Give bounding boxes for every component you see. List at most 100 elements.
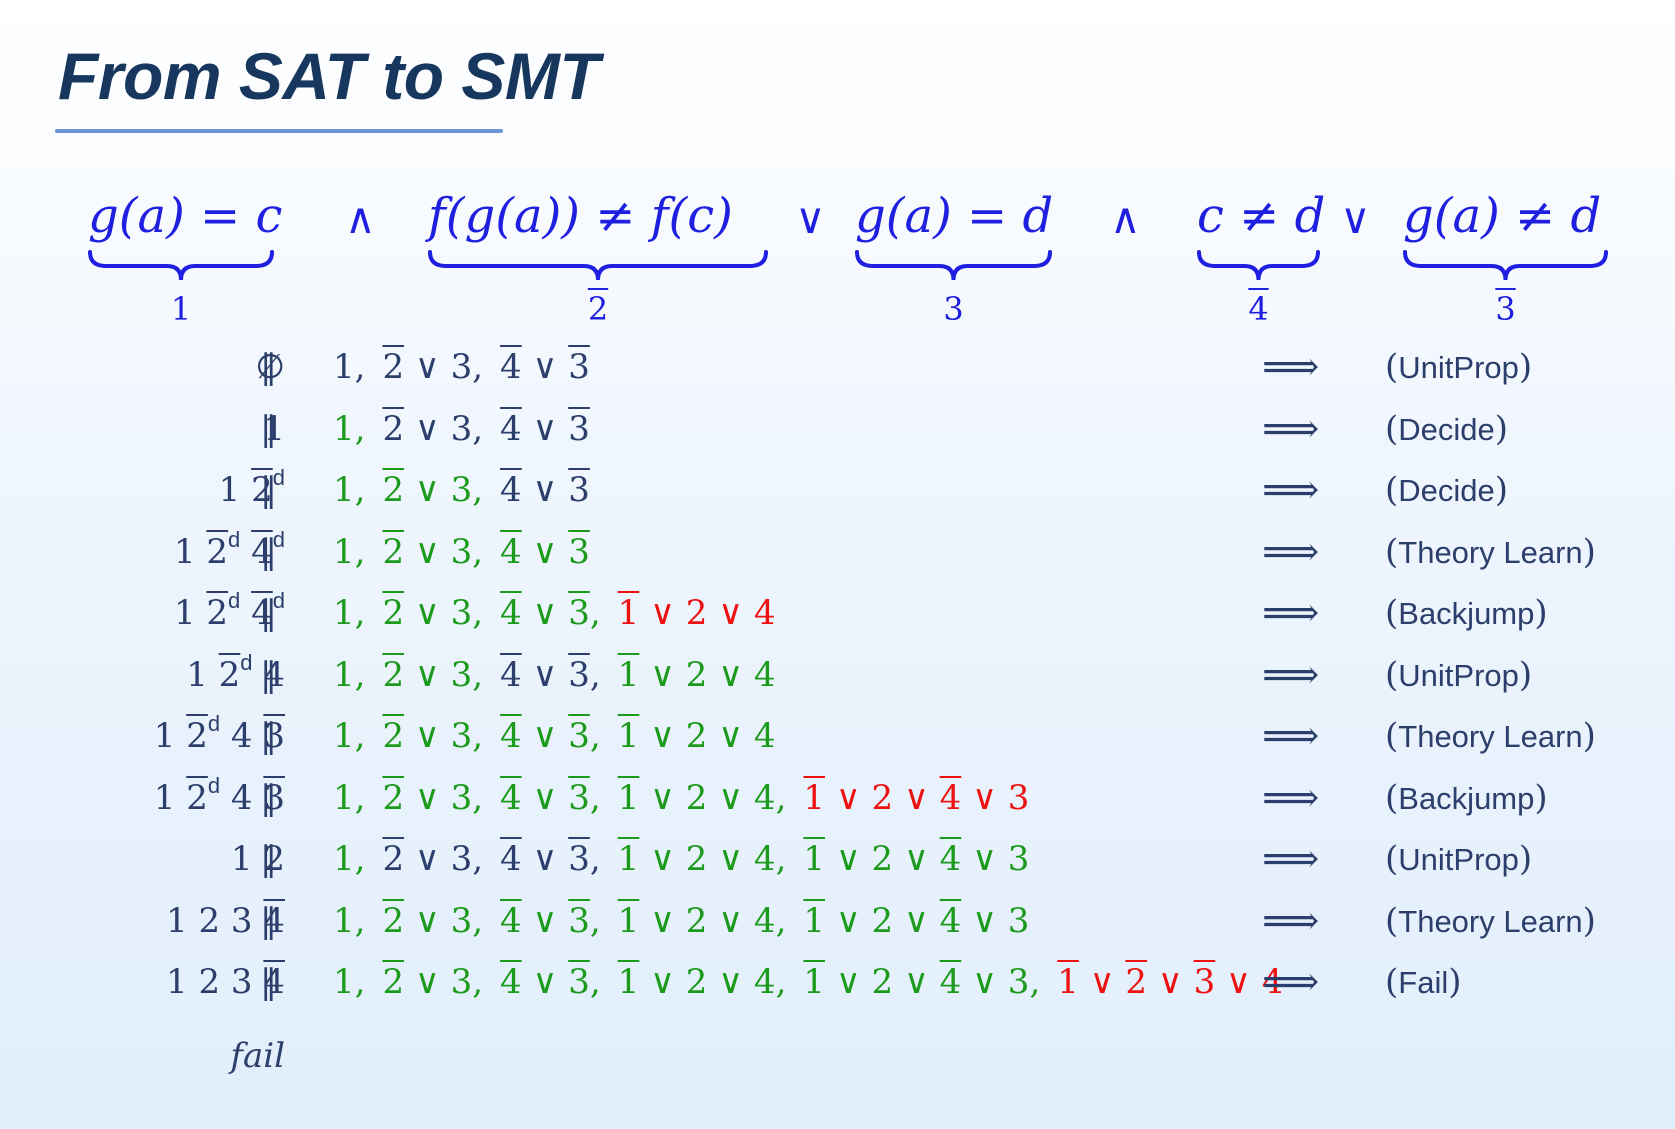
clause: 1 ∨ 2 ∨ 4 [618, 716, 776, 756]
separator: ‖ [260, 408, 277, 449]
literal-text: 1 [333, 408, 355, 449]
clause-set: 1, 2 ∨ 3, 4 ∨ 3, 1 ∨ 2 ∨ 4, 1 ∨ 2 ∨ 4 ∨ … [333, 954, 1283, 1010]
literal-text: 1 [333, 962, 355, 1002]
learned-clause: 1 ∨ 2 ∨ 3 ∨ 4 [1057, 962, 1283, 1002]
separator: ‖ [260, 347, 277, 387]
literal-text: ∨ 3 [404, 716, 473, 756]
clause: 4 ∨ 3, [500, 900, 601, 941]
literal-text: 1 [173, 593, 207, 633]
negated-literal: 4 [939, 777, 962, 818]
and-operator: ∧ [1110, 194, 1141, 243]
underbrace [1197, 250, 1320, 281]
literal-text: ∨ 2 ∨ 4 [639, 962, 776, 1002]
negated-literal: 3 [568, 593, 590, 633]
separator: ‖ [260, 962, 277, 1002]
literal-text: 1 [333, 470, 355, 510]
rule-label: Theory Learn [1398, 534, 1583, 570]
negated-literal: 3 [568, 408, 590, 449]
derivation-row: 1 2 3 4 ‖ 1, 2 ∨ 3, 4 ∨ 3, 1 ∨ 2 ∨ 4, 1 ∨ … [0, 893, 1675, 949]
negated-literal: 2 [382, 470, 405, 510]
clause: 1 ∨ 2 ∨ 4 ∨ 3 [803, 839, 1029, 879]
derivation-row: 1 ‖ 1, 2 ∨ 3, 4 ∨ 3 ⟹ (Decide) [0, 401, 1675, 457]
decision-marker: d [207, 772, 221, 798]
literal-text: 1 [218, 470, 252, 510]
and-operator: ∧ [345, 194, 376, 243]
literal-text: 1 [333, 593, 355, 633]
separator: ‖ [260, 777, 277, 818]
clause: 4 ∨ 3 [500, 409, 590, 449]
rule-label: Fail [1398, 965, 1449, 1000]
negated-literal: 2 [382, 900, 405, 941]
negated-literal: 4 [500, 470, 522, 510]
atom-label: 3 [943, 290, 964, 328]
rule-name: (Theory Learn) [1385, 716, 1596, 756]
literal-text: ∨ 2 ∨ 4 [639, 777, 776, 818]
rule-name: (Backjump) [1385, 777, 1548, 818]
decision-marker: d [240, 649, 253, 675]
clause: 1, [333, 347, 366, 387]
literal-text: ∨ 3 [404, 408, 473, 449]
clause-set: 1, 2 ∨ 3, 4 ∨ 3 [333, 401, 590, 457]
negated-literal: 3 [568, 777, 590, 818]
negated-literal: 3 [568, 900, 590, 941]
clause: 2 ∨ 3, [382, 654, 484, 695]
separator: ‖ [260, 593, 277, 633]
clause: 2 ∨ 3, [382, 470, 484, 510]
clause: 1 ∨ 2 ∨ 4 ∨ 3 [803, 901, 1029, 941]
final-state-label: fail [230, 1036, 285, 1076]
literal-text: ∨ 3 [961, 962, 1030, 1002]
clause-set: 1, 2 ∨ 3, 4 ∨ 3, 1 ∨ 2 ∨ 4, 1 ∨ 2 ∨ 4 ∨ … [333, 831, 1029, 887]
negated-literal: 3 [568, 839, 590, 879]
literal-text: 1 2 3 [166, 900, 264, 941]
clause: 1, [333, 531, 366, 572]
literal-text: 1 [333, 900, 355, 941]
negated-literal: 4 [500, 654, 522, 695]
literal-text: ∨ 3 [404, 777, 473, 818]
atom-label: 3 [1495, 290, 1516, 328]
formula-atom: g(a) ≠ d [1403, 188, 1602, 244]
transition-arrow: ⟹ [1262, 836, 1320, 882]
clause-set: 1, 2 ∨ 3, 4 ∨ 3 [333, 524, 590, 580]
clause: 4 ∨ 3, [500, 654, 601, 695]
clause: 1, [333, 900, 366, 941]
rule-label: Decide [1398, 473, 1495, 508]
clause: 2 ∨ 3, [382, 900, 484, 941]
transition-arrow: ⟹ [1262, 467, 1320, 513]
literal-text: 1 2 3 [166, 962, 264, 1002]
clause: 4 ∨ 3, [500, 839, 601, 879]
rule-name: (Backjump) [1385, 593, 1548, 633]
rule-label: UnitProp [1398, 657, 1519, 693]
literal-text [240, 593, 251, 633]
clause: 4 ∨ 3, [500, 716, 601, 756]
clause: 4 ∨ 3 [500, 470, 590, 510]
negated-literal: 1 [803, 777, 826, 818]
derivation-row: 1 2d 4 ‖ 1, 2 ∨ 3, 4 ∨ 3, 1 ∨ 2 ∨ 4 ⟹ (UnitP… [0, 647, 1675, 703]
transition-arrow: ⟹ [1262, 405, 1320, 452]
negated-literal: 2 [382, 593, 405, 633]
decision-marker: d [207, 711, 221, 736]
negated-literal: 2 [382, 777, 405, 818]
negated-literal: 1 [803, 839, 826, 879]
clause-set: 1, 2 ∨ 3, 4 ∨ 3 [333, 462, 590, 518]
negated-literal: 1 [1057, 962, 1079, 1002]
literal-text: ∨ 2 ∨ [825, 962, 940, 1002]
clause: 2 ∨ 3, [382, 347, 484, 387]
clause: 4 ∨ 3 [500, 347, 590, 387]
derivation-row: 1 2d 4 3 ‖ 1, 2 ∨ 3, 4 ∨ 3, 1 ∨ 2 ∨ 4 ⟹ (The… [0, 708, 1675, 764]
transition-arrow: ⟹ [1262, 344, 1320, 390]
negated-literal: 2 [382, 716, 405, 756]
derivation-row: 1 2 3 4 ‖ 1, 2 ∨ 3, 4 ∨ 3, 1 ∨ 2 ∨ 4, 1 ∨ … [0, 954, 1675, 1010]
rule-name: (UnitProp) [1385, 839, 1533, 879]
underbrace [855, 250, 1052, 281]
negated-literal: 1 [803, 962, 826, 1002]
derivation-row: ∅ ‖ 1, 2 ∨ 3, 4 ∨ 3 ⟹ (UnitProp) [0, 339, 1675, 395]
negated-literal: 3 [568, 716, 590, 756]
rule-name: (Theory Learn) [1385, 531, 1596, 572]
literal-text: ∨ [521, 716, 569, 756]
clause-set: 1, 2 ∨ 3, 4 ∨ 3 [333, 339, 590, 395]
clause: 1, [333, 839, 366, 879]
clause-set: 1, 2 ∨ 3, 4 ∨ 3, 1 ∨ 2 ∨ 4, 1 ∨ 2 ∨ 4 ∨ … [333, 770, 1029, 826]
clause: 2 ∨ 3, [382, 531, 484, 572]
literal-text: ∨ [521, 962, 569, 1002]
literal-text: 1 [173, 531, 207, 572]
